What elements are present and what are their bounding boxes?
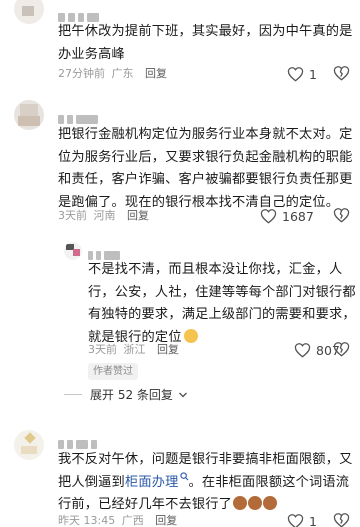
search-link-icon bbox=[179, 471, 188, 480]
broken-heart-icon bbox=[333, 66, 350, 81]
heart-icon bbox=[294, 343, 311, 358]
dislike-button[interactable] bbox=[333, 341, 351, 359]
broken-heart-icon bbox=[333, 208, 350, 223]
username[interactable] bbox=[58, 109, 101, 124]
broken-heart-icon bbox=[333, 342, 350, 357]
timestamp: 3天前 bbox=[58, 209, 87, 222]
comment-text: 把午休改为提前下班，其实最好，因为中午真的是 办业务高峰 bbox=[58, 24, 353, 62]
avatar[interactable] bbox=[14, 100, 44, 130]
dislike-button[interactable] bbox=[333, 65, 351, 83]
chevron-down-icon bbox=[178, 392, 187, 397]
bear-emoji-icon bbox=[263, 496, 278, 510]
broken-heart-icon bbox=[333, 513, 350, 527]
heart-icon bbox=[260, 209, 277, 224]
timestamp: 昨天 13:45 bbox=[58, 514, 116, 527]
location: 广东 bbox=[111, 67, 134, 80]
heart-icon bbox=[287, 514, 304, 527]
like-button[interactable]: 1687 bbox=[260, 207, 314, 225]
comment-meta: 3天前 浙江 回复 bbox=[88, 342, 179, 358]
counter-service-link[interactable]: 柜面办理 bbox=[125, 475, 179, 490]
bear-emoji-icon bbox=[233, 496, 248, 510]
location: 广西 bbox=[121, 514, 144, 527]
bear-emoji-icon bbox=[248, 496, 263, 510]
reply-button[interactable]: 回复 bbox=[145, 67, 167, 80]
comment-1: 把午休改为提前下班，其实最好，因为中午真的是 办业务高峰 27分钟前 广东 回复… bbox=[0, 0, 360, 88]
comment-4: 我不反对午休，问题是银行非要搞非柜面限额，又 把人倒逼到柜面办理 。在非柜面限额这… bbox=[0, 420, 360, 527]
reply-button[interactable]: 回复 bbox=[155, 514, 177, 527]
like-button[interactable]: 1 bbox=[287, 65, 317, 83]
heart-icon bbox=[287, 67, 304, 82]
divider bbox=[64, 394, 82, 395]
avatar[interactable] bbox=[14, 0, 44, 24]
location: 河南 bbox=[93, 209, 116, 222]
smile-emoji-icon bbox=[183, 328, 198, 343]
like-button[interactable]: 1 bbox=[287, 512, 317, 527]
reply-1: 不是找不清，而且根本没让你找，汇金，人 行，公安，人社，住建等等每个部门对银行都… bbox=[0, 236, 360, 406]
timestamp: 27分钟前 bbox=[58, 67, 105, 80]
avatar[interactable] bbox=[64, 242, 82, 260]
expand-replies-button[interactable]: 展开 52 条回复 bbox=[64, 386, 189, 403]
comment-meta: 27分钟前 广东 回复 bbox=[58, 66, 167, 82]
like-count: 1687 bbox=[282, 208, 314, 224]
comment-meta: 昨天 13:45 广西 回复 bbox=[58, 513, 177, 527]
comment-text: 我不反对午休，问题是银行非要搞非柜面限额，又 把人倒逼到柜面办理 。在非柜面限额这… bbox=[58, 452, 353, 512]
location: 浙江 bbox=[123, 343, 146, 356]
reply-button[interactable]: 回复 bbox=[157, 343, 179, 356]
reply-button[interactable]: 回复 bbox=[127, 209, 149, 222]
author-liked-badge: 作者赞过 bbox=[88, 363, 138, 380]
like-count: 1 bbox=[309, 66, 317, 82]
username[interactable] bbox=[58, 434, 100, 449]
timestamp: 3天前 bbox=[88, 343, 117, 356]
comment-meta: 3天前 河南 回复 bbox=[58, 208, 149, 224]
username[interactable] bbox=[58, 7, 102, 22]
reply-text: 不是找不清，而且根本没让你找，汇金，人 行，公安，人社，住建等等每个部门对银行都… bbox=[88, 262, 356, 345]
dislike-button[interactable] bbox=[333, 512, 351, 527]
comment-2: 把银行金融机构定位为服务行业本身就不太对。定 位为服务行业后，又要求银行负起金融… bbox=[0, 92, 360, 232]
like-count: 1 bbox=[309, 513, 317, 527]
dislike-button[interactable] bbox=[333, 207, 351, 225]
expand-replies-label: 展开 52 条回复 bbox=[90, 388, 173, 402]
avatar[interactable] bbox=[14, 430, 44, 460]
comment-text: 把银行金融机构定位为服务行业本身就不太对。定 位为服务行业后，又要求银行负起金融… bbox=[58, 127, 353, 210]
username[interactable] bbox=[88, 245, 123, 260]
